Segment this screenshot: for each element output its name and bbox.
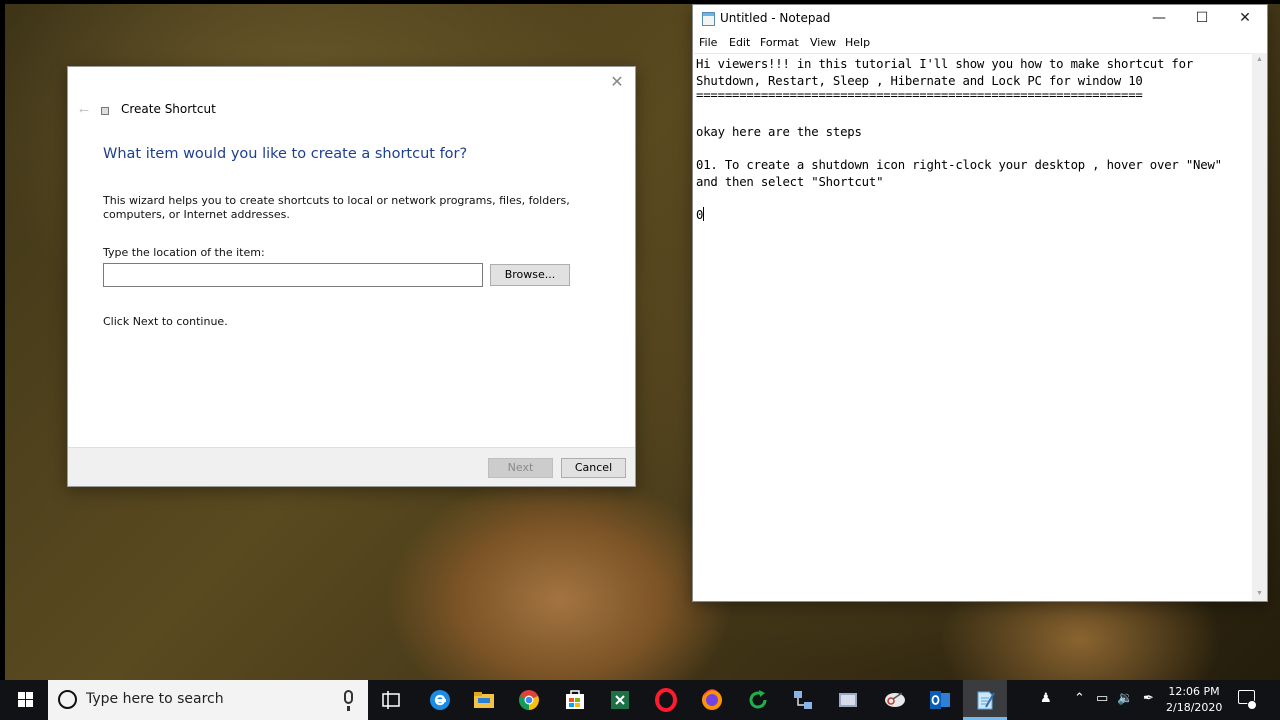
- cortana-icon: [58, 690, 77, 709]
- task-view-icon[interactable]: [379, 688, 403, 712]
- search-placeholder: Type here to search: [86, 691, 224, 707]
- edge-icon[interactable]: [428, 688, 452, 712]
- shortcut-wizard-icon: [101, 107, 109, 115]
- notepad-text-area[interactable]: Hi viewers!!! in this tutorial I'll show…: [694, 53, 1252, 601]
- windows-logo-icon: [18, 692, 25, 699]
- menu-format[interactable]: Format: [760, 36, 799, 49]
- scroll-down-icon[interactable]: ▼: [1252, 587, 1267, 601]
- notification-badge: [1247, 700, 1257, 710]
- cancel-button[interactable]: Cancel: [561, 458, 626, 478]
- minimize-icon[interactable]: —: [1137, 5, 1181, 32]
- continue-hint: Click Next to continue.: [103, 315, 228, 328]
- text-caret: [703, 207, 705, 221]
- excel-icon[interactable]: [608, 688, 632, 712]
- menu-view[interactable]: View: [810, 36, 836, 49]
- clock-date: 2/18/2020: [1166, 701, 1223, 714]
- windows-logo-icon: [26, 692, 33, 699]
- dialog-footer: Next Cancel: [68, 447, 635, 486]
- close-icon[interactable]: ✕: [1223, 5, 1267, 32]
- windows-logo-icon: [26, 700, 33, 707]
- chrome-icon[interactable]: [517, 688, 541, 712]
- text-line-current: 0: [696, 207, 705, 224]
- close-icon[interactable]: ✕: [605, 71, 629, 95]
- clock-time: 12:06 PM: [1168, 685, 1220, 698]
- maximize-icon[interactable]: ☐: [1180, 5, 1224, 32]
- notepad-window: Untitled - Notepad — ☐ ✕ File Edit Forma…: [692, 4, 1268, 602]
- mail-app-icon[interactable]: [836, 688, 860, 712]
- file-explorer-icon[interactable]: [472, 688, 496, 712]
- outlook-icon[interactable]: [928, 688, 952, 712]
- dialog-description: This wizard helps you to create shortcut…: [103, 194, 570, 221]
- text-line: and then select "Shortcut": [696, 175, 884, 189]
- start-button[interactable]: [0, 680, 50, 720]
- text-line: 01. To create a shutdown icon right-cloc…: [696, 158, 1222, 172]
- store-icon[interactable]: [563, 688, 587, 712]
- windows-logo-icon: [18, 700, 25, 707]
- screen-border: [0, 0, 5, 680]
- text-line: okay here are the steps: [696, 125, 862, 139]
- next-button[interactable]: Next: [488, 458, 553, 478]
- text-line: Hi viewers!!! in this tutorial I'll show…: [696, 57, 1194, 71]
- notepad-app-icon: [702, 12, 715, 26]
- notepad-menubar: File Edit Format View Help: [693, 33, 1267, 53]
- pen-workspace-icon[interactable]: ✒: [1143, 690, 1154, 708]
- vertical-scrollbar[interactable]: ▲ ▼: [1252, 53, 1267, 601]
- dialog-title: Create Shortcut: [121, 102, 216, 116]
- taskbar-search-box[interactable]: Type here to search: [48, 680, 368, 720]
- snipping-tool-icon[interactable]: [883, 688, 907, 712]
- current-line-text: 0: [696, 208, 704, 222]
- notepad-title: Untitled - Notepad: [720, 11, 831, 25]
- text-line: ========================================…: [696, 88, 1143, 102]
- create-shortcut-dialog: ✕ ← Create Shortcut What item would you …: [67, 66, 636, 487]
- chevron-up-icon[interactable]: ⌃: [1074, 690, 1085, 708]
- network-icon[interactable]: ▭: [1096, 690, 1108, 708]
- scroll-up-icon[interactable]: ▲: [1252, 53, 1267, 67]
- network-app-icon[interactable]: [791, 688, 815, 712]
- refresh-app-icon[interactable]: [746, 688, 770, 712]
- menu-file[interactable]: File: [699, 36, 717, 49]
- microphone-icon-stand: [347, 706, 350, 711]
- microphone-icon[interactable]: [344, 690, 353, 704]
- opera-icon[interactable]: [654, 688, 678, 712]
- back-arrow-icon[interactable]: ←: [74, 99, 94, 119]
- system-clock[interactable]: 12:06 PM 2/18/2020: [1166, 684, 1222, 716]
- volume-icon[interactable]: 🔉: [1117, 690, 1133, 708]
- menu-edit[interactable]: Edit: [729, 36, 750, 49]
- firefox-icon[interactable]: [700, 688, 724, 712]
- taskbar: Type here to search ♟ ⌃ ▭ 🔉 ✒ 12:06 PM 2…: [0, 680, 1280, 720]
- notepad-titlebar[interactable]: Untitled - Notepad — ☐ ✕: [693, 5, 1267, 32]
- notepad-icon[interactable]: [973, 688, 997, 712]
- people-icon[interactable]: ♟: [1040, 690, 1052, 708]
- location-label: Type the location of the item:: [103, 246, 265, 259]
- menu-help[interactable]: Help: [845, 36, 870, 49]
- browse-button[interactable]: Browse...: [490, 264, 570, 286]
- dialog-heading: What item would you like to create a sho…: [103, 146, 468, 162]
- location-input[interactable]: [103, 263, 483, 287]
